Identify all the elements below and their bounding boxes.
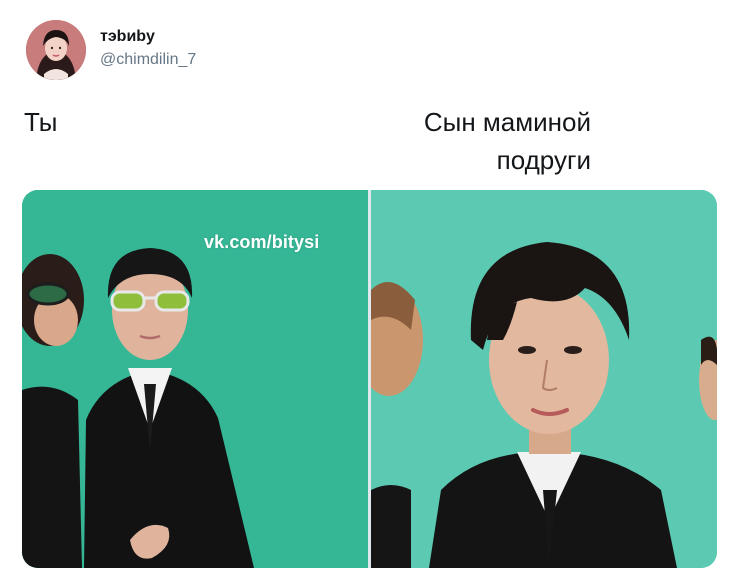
avatar-portrait-icon [26,20,86,80]
caption-right: Сын маминой подруги [423,107,591,175]
author-display-name[interactable]: тэbиby [100,27,155,47]
media-photo-left[interactable]: vk.com/bitysi [22,190,368,568]
watermark-text: vk.com/bitysi [204,232,320,252]
author-avatar[interactable] [26,20,86,80]
tweet-media-grid: vk.com/bitysi [22,190,717,568]
caption-left: Ты [24,107,58,137]
photo-right-illustration [371,190,717,568]
author-handle[interactable]: @chimdilin_7 [100,50,196,70]
media-photo-right[interactable] [371,190,717,568]
tweet: тэbиby @chimdilin_7 Ты Сын маминой подру… [0,0,740,586]
